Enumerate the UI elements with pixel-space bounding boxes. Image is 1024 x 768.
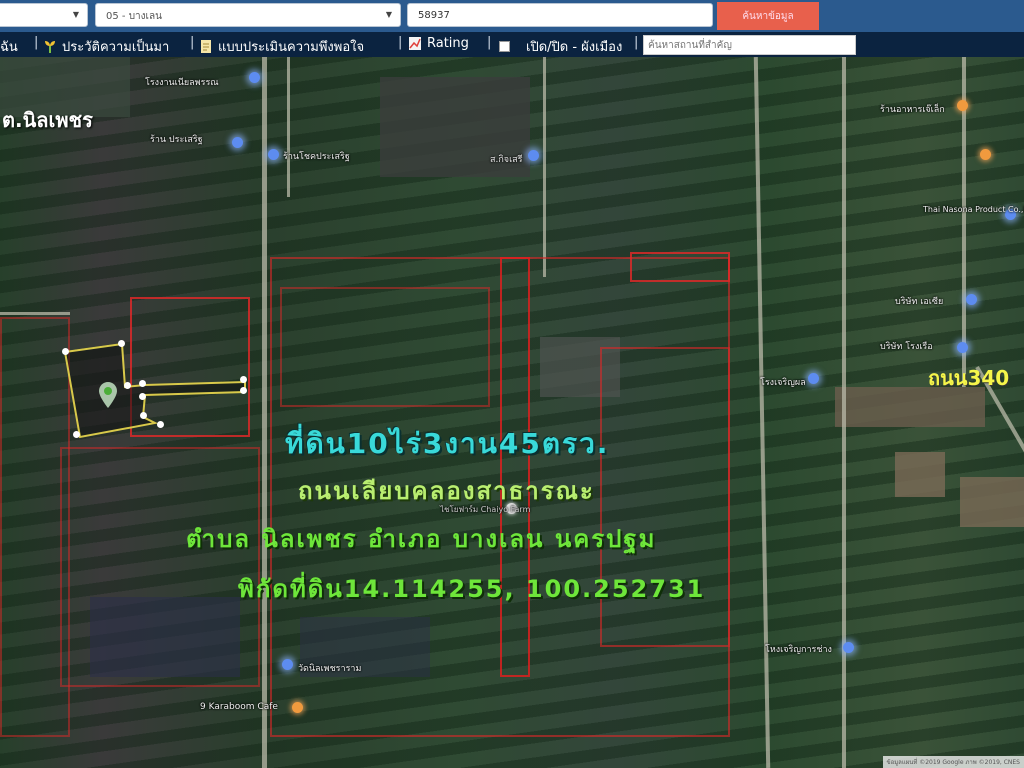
- nav-divider: |: [487, 35, 492, 50]
- parcel-boundary: [500, 257, 530, 677]
- map-road: [0, 312, 70, 315]
- district-select-value: 05 - บางเลน: [106, 11, 162, 22]
- poi-marker[interactable]: [808, 373, 819, 384]
- nav-divider: |: [34, 35, 39, 50]
- subdistrict-label: ต.นิลเพชร: [2, 108, 93, 132]
- poi-label: โรงเจริญผล: [760, 378, 806, 388]
- nav-bar: ฉัน | ประวัติความเป็นมา | แบบประเมินความ…: [0, 32, 1024, 57]
- parcel-vertex-handle[interactable]: [140, 412, 147, 419]
- poi-label: โหงเจริญการช่าง: [765, 645, 832, 655]
- map-field: [895, 452, 945, 497]
- poi-marker[interactable]: [292, 702, 303, 713]
- poi-marker[interactable]: [528, 150, 539, 161]
- chart-icon: [409, 37, 421, 50]
- location-text: ตำบล นิลเพชร อำเภอ บางเลน นครปฐม: [186, 525, 657, 553]
- poi-label: Thai Nasona Product Co.,Ltd: [923, 205, 1024, 214]
- poi-marker[interactable]: [966, 294, 977, 305]
- parcel-vertex-handle[interactable]: [157, 421, 164, 428]
- poi-marker[interactable]: [249, 72, 260, 83]
- land-area-text: ที่ดิน10ไร่3งาน45ตรว.: [285, 427, 610, 460]
- poi-label: วัดนิลเพชราราม: [298, 664, 362, 674]
- poi-label: บริษัท เอเซีย: [895, 297, 944, 307]
- poi-label: ส.กิจเสรี: [490, 155, 523, 165]
- poi-marker[interactable]: [957, 342, 968, 353]
- poi-label: 9 Karaboom Cafe: [200, 702, 278, 712]
- poi-marker[interactable]: [843, 642, 854, 653]
- parcel-vertex-handle[interactable]: [139, 393, 146, 400]
- map-road: [287, 57, 290, 197]
- nav-item-label: เปิด/ปิด - ผังเมือง: [526, 40, 623, 55]
- nav-item-me[interactable]: ฉัน: [0, 36, 18, 57]
- nav-item-label: ฉัน: [0, 40, 18, 55]
- parcel-vertex-handle[interactable]: [139, 380, 146, 387]
- parcel-vertex-handle[interactable]: [240, 376, 247, 383]
- parcel-code-input[interactable]: [407, 3, 713, 27]
- map-field: [960, 477, 1024, 527]
- nav-item-label: Rating: [427, 36, 469, 51]
- nav-item-history[interactable]: ประวัติความเป็นมา: [44, 36, 169, 57]
- map-pin-icon[interactable]: [99, 382, 117, 408]
- nav-divider: |: [190, 35, 195, 50]
- map-road: [262, 57, 267, 768]
- map-canvas[interactable]: โรงงานเนียลพรรณ ร้าน ประเสริฐ ร้านโชคประ…: [0, 57, 1024, 768]
- poi-marker[interactable]: [282, 659, 293, 670]
- poi-label: ร้าน ประเสริฐ: [150, 135, 203, 145]
- nav-divider: |: [634, 35, 639, 50]
- road-label: ถนน340: [928, 366, 1010, 390]
- chevron-down-icon: ▼: [385, 10, 392, 19]
- place-search-input[interactable]: [643, 35, 856, 55]
- poi-label: ร้านอาหารเจ๊เล็ก: [880, 105, 945, 115]
- chevron-down-icon: ▼: [72, 10, 79, 19]
- selected-parcel-polygon[interactable]: [55, 337, 255, 447]
- map-road: [753, 57, 771, 768]
- poi-label: โรงงานเนียลพรรณ: [145, 78, 219, 88]
- parcel-vertex-handle[interactable]: [62, 348, 69, 355]
- coordinates-text: พิกัดที่ดิน14.114255, 100.252731: [238, 575, 706, 603]
- nav-item-survey[interactable]: แบบประเมินความพึงพอใจ: [200, 36, 364, 57]
- map-road: [543, 57, 546, 277]
- parcel-boundary: [630, 252, 730, 282]
- checkbox-icon[interactable]: [499, 41, 510, 52]
- parcel-boundary: [280, 287, 490, 407]
- poi-label: ร้านโชคประเสริฐ: [283, 152, 350, 162]
- map-attribution: ข้อมูลแผนที่ ©2019 Google ภาพ ©2019, CNE…: [882, 756, 1024, 768]
- poi-marker[interactable]: [980, 149, 991, 160]
- road-access-text: ถนนเลียบคลองสาธารณะ: [298, 477, 595, 505]
- top-search-bar: ▼ 05 - บางเลน ▼ ค้นหาข้อมูล: [0, 0, 1024, 32]
- document-icon: [201, 40, 211, 53]
- parcel-vertex-handle[interactable]: [124, 382, 131, 389]
- parcel-vertex-handle[interactable]: [240, 387, 247, 394]
- search-button[interactable]: ค้นหาข้อมูล: [717, 2, 819, 30]
- parcel-boundary: [60, 447, 260, 687]
- nav-item-city-plan-toggle[interactable]: เปิด/ปิด - ผังเมือง: [499, 36, 622, 57]
- map-road: [842, 57, 846, 768]
- poi-marker[interactable]: [268, 149, 279, 160]
- nav-divider: |: [398, 35, 403, 50]
- poi-label: บริษัท โรงเรือ: [880, 342, 933, 352]
- nav-item-label: ประวัติความเป็นมา: [62, 40, 170, 55]
- province-select[interactable]: ▼: [0, 3, 88, 27]
- sprout-icon: [45, 41, 55, 53]
- nav-item-rating[interactable]: Rating: [409, 36, 469, 51]
- district-select[interactable]: 05 - บางเลน ▼: [95, 3, 401, 27]
- poi-marker[interactable]: [232, 137, 243, 148]
- poi-marker[interactable]: [957, 100, 968, 111]
- parcel-vertex-handle[interactable]: [73, 431, 80, 438]
- parcel-vertex-handle[interactable]: [118, 340, 125, 347]
- nav-item-label: แบบประเมินความพึงพอใจ: [218, 40, 365, 55]
